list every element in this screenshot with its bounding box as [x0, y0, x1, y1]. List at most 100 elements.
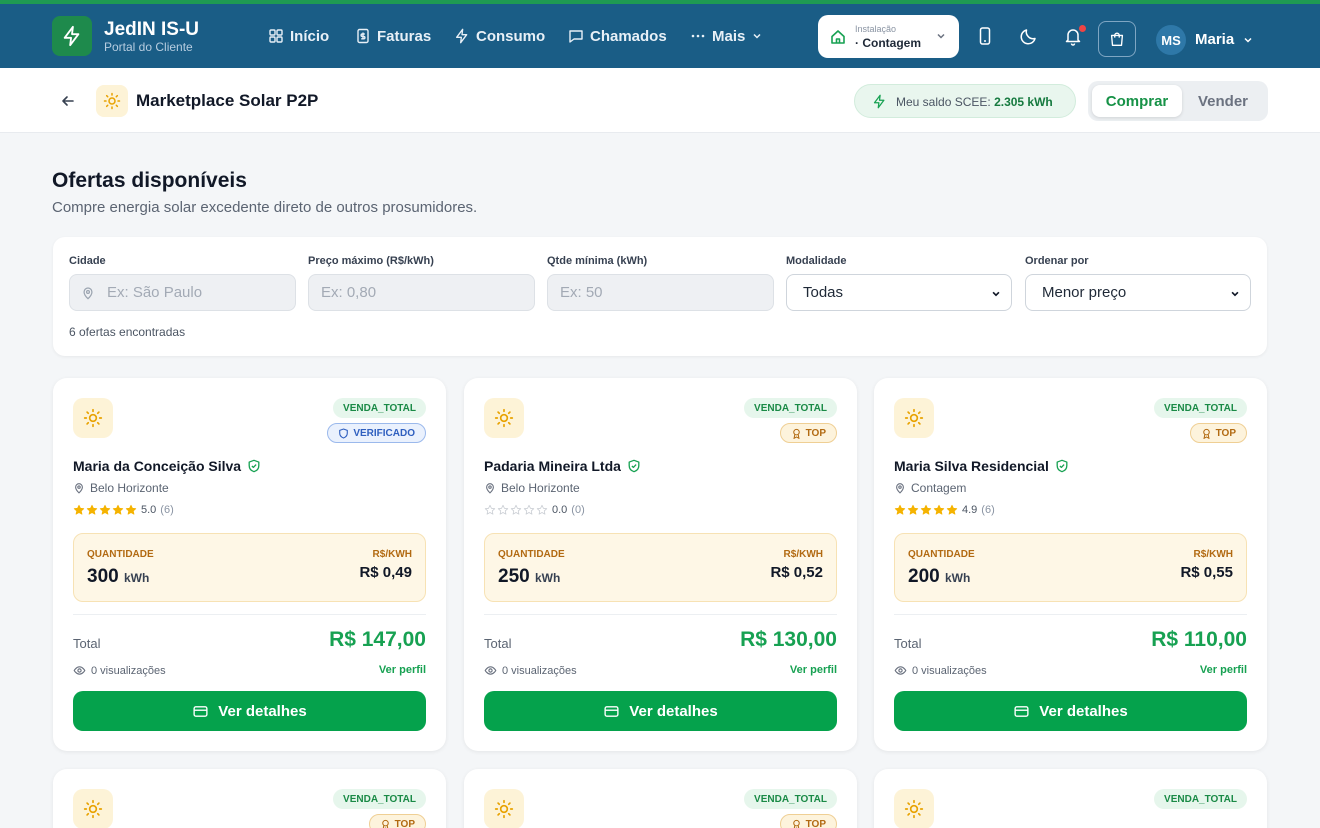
shield-icon [339, 427, 349, 439]
modality-badge: VENDA_TOTAL [744, 789, 837, 809]
offer-icon [73, 398, 113, 438]
offer-card[interactable]: VENDA_TOTAL TOP [464, 769, 857, 828]
home-icon [831, 30, 845, 44]
quantity-price-box: QUANTIDADE 300 kWh R$/KWH R$ 0,49 [73, 533, 426, 602]
seller-name[interactable]: Padaria Mineira Ltda [484, 458, 641, 474]
total-value: R$ 110,00 [1151, 628, 1247, 651]
quantity-number: 200 [908, 566, 940, 587]
divider [484, 614, 837, 615]
total-value: R$ 147,00 [329, 628, 426, 651]
price-label: R$/KWH [783, 549, 823, 560]
nav-faturas-label: Faturas [377, 27, 432, 45]
views-count: 0 visualizações [894, 664, 987, 677]
star-icon [497, 504, 509, 515]
modality-badge: VENDA_TOTAL [333, 789, 426, 809]
nav-chamados-label: Chamados [590, 27, 667, 45]
star-icon [933, 504, 945, 515]
view-details-button[interactable]: Ver detalhes [484, 691, 837, 731]
top-badge: TOP [779, 423, 837, 443]
user-name[interactable]: Maria [1195, 31, 1234, 48]
view-details-label: Ver detalhes [629, 702, 718, 720]
offer-card[interactable]: VENDA_TOTAL TOP Maria Silva Residencial Con… [874, 378, 1267, 751]
star-icon [920, 504, 932, 515]
quantity-unit: kWh [944, 571, 971, 585]
modality-select[interactable]: Todas [786, 274, 1012, 311]
verified-shield-icon [248, 459, 260, 473]
sort-select[interactable]: Menor preço [1025, 274, 1251, 311]
view-profile-link[interactable]: Ver perfil [379, 664, 426, 676]
offer-icon [894, 789, 934, 828]
back-arrow-icon[interactable] [60, 93, 76, 109]
quantity-value: 300 kWh [87, 566, 149, 588]
offer-icon [73, 789, 113, 828]
avatar[interactable]: MS [1156, 25, 1186, 55]
view-details-label: Ver detalhes [218, 702, 307, 720]
credit-card-icon [604, 705, 619, 717]
brand-title: JedIN IS-U [104, 19, 200, 40]
filters-panel: Cidade Preço máximo (R$/kWh) Qtde mínima… [53, 237, 1267, 356]
view-profile-link[interactable]: Ver perfil [1200, 664, 1247, 676]
price-value: R$ 0,52 [770, 564, 823, 581]
chevron-down-icon [937, 33, 945, 39]
section-subtitle: Compre energia solar excedente direto de… [52, 199, 478, 216]
sun-icon [83, 799, 103, 819]
offer-icon [484, 789, 524, 828]
seller-city: Contagem [894, 481, 966, 495]
max-price-input[interactable] [308, 274, 535, 311]
nav-mais[interactable]: Mais [690, 26, 763, 46]
seller-name[interactable]: Maria da Conceição Silva [73, 458, 261, 474]
views-text: 0 visualizações [91, 664, 166, 677]
award-icon [792, 428, 800, 439]
offer-card[interactable]: VENDA_TOTAL VERIFICADO Maria da Conceição … [53, 378, 446, 751]
rating-value: 5.0 [141, 504, 157, 516]
map-pin-icon [83, 287, 93, 300]
nav-chamados[interactable]: Chamados [568, 26, 667, 46]
seller-city-text: Contagem [911, 481, 967, 495]
seller-name[interactable]: Maria Silva Residencial [894, 458, 1069, 474]
chat-icon [569, 30, 583, 43]
modality-badge: VENDA_TOTAL [1154, 789, 1247, 809]
balance-text: Meu saldo SCEE: 2.305 kWh [896, 95, 1053, 109]
mobile-icon[interactable] [975, 26, 995, 46]
nav-inicio[interactable]: Início [268, 26, 329, 46]
sort-label: Ordenar por [1025, 255, 1089, 267]
view-profile-link[interactable]: Ver perfil [790, 664, 837, 676]
rating-stars [894, 504, 958, 516]
bolt-icon [873, 94, 885, 109]
chevron-down-icon [753, 33, 761, 39]
map-pin-icon [896, 483, 904, 494]
installation-label: Instalação [855, 24, 897, 34]
page-header: Marketplace Solar P2P Meu saldo SCEE: 2.… [0, 68, 1320, 133]
divider [73, 614, 426, 615]
moon-icon[interactable] [1019, 26, 1039, 46]
offer-card[interactable]: VENDA_TOTAL TOP [53, 769, 446, 828]
city-input[interactable] [69, 274, 296, 311]
offer-card[interactable]: VENDA_TOTAL TOP Padaria Mineira Ltda Belo H… [464, 378, 857, 751]
sun-icon [494, 408, 514, 428]
total-value: R$ 130,00 [740, 628, 837, 651]
top-badge: TOP [1189, 423, 1247, 443]
offer-icon [484, 398, 524, 438]
installation-selector[interactable]: Instalação · Contagem [818, 15, 959, 58]
min-qty-input[interactable] [547, 274, 774, 311]
sort-value: Menor preço [1042, 284, 1127, 301]
view-details-button[interactable]: Ver detalhes [73, 691, 426, 731]
buy-sell-toggle: Comprar Vender [1088, 81, 1268, 121]
seller-city: Belo Horizonte [73, 481, 169, 495]
modality-value: Todas [803, 284, 844, 301]
chevron-down-icon[interactable] [1242, 34, 1254, 46]
sun-icon [904, 408, 924, 428]
quantity-price-box: QUANTIDADE 200 kWh R$/KWH R$ 0,55 [894, 533, 1247, 602]
seller-city-text: Belo Horizonte [501, 481, 580, 495]
award-icon [381, 819, 389, 828]
price-value: R$ 0,55 [1180, 564, 1233, 581]
nav-consumo[interactable]: Consumo [454, 26, 545, 46]
nav-faturas[interactable]: Faturas [355, 26, 431, 46]
tab-vender[interactable]: Vender [1182, 85, 1264, 117]
offer-card[interactable]: VENDA_TOTAL [874, 769, 1267, 828]
cart-button[interactable] [1098, 21, 1136, 57]
view-details-button[interactable]: Ver detalhes [894, 691, 1247, 731]
tab-comprar[interactable]: Comprar [1092, 85, 1182, 117]
seller-name-text: Maria Silva Residencial [894, 458, 1049, 474]
logo[interactable] [52, 16, 92, 56]
